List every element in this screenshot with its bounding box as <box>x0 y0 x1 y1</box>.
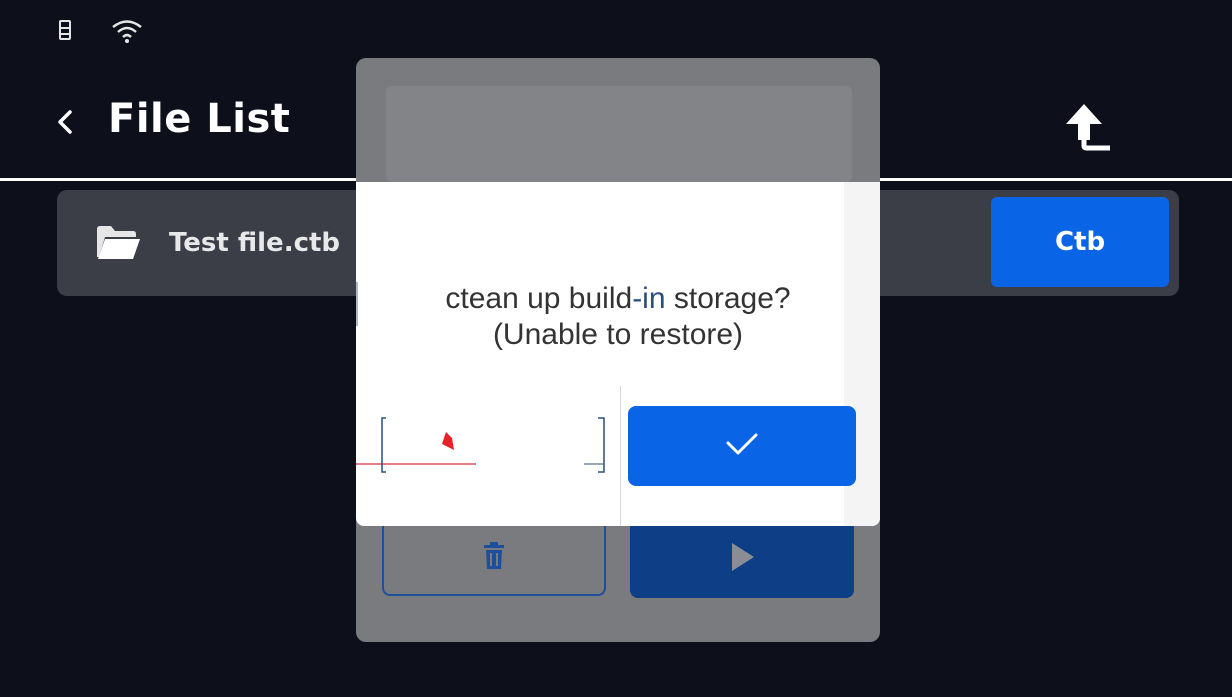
upload-button[interactable] <box>1058 100 1118 156</box>
play-icon <box>727 541 757 578</box>
print-button[interactable] <box>630 520 854 598</box>
file-type-badge[interactable]: Ctb <box>991 197 1169 287</box>
delete-button[interactable] <box>382 520 606 596</box>
confirm-button[interactable] <box>628 406 856 486</box>
screen: File List Test file.ctb Ctb ctean up bui… <box>0 0 1232 697</box>
status-bar <box>0 0 1232 60</box>
back-button[interactable] <box>48 98 84 146</box>
file-name: Test file.ctb <box>169 228 341 258</box>
cancel-button[interactable] <box>356 408 612 478</box>
confirm-dialog: ctean up build-in storage? (Unable to re… <box>356 182 880 526</box>
dialog-divider <box>620 386 621 526</box>
folder-icon <box>95 223 141 261</box>
file-preview <box>386 86 852 182</box>
dialog-message: ctean up build-in storage? <box>445 282 791 315</box>
chevron-left-icon <box>48 110 84 150</box>
usb-drive-icon <box>54 18 76 42</box>
dialog-note: (Unable to restore) <box>492 318 744 351</box>
check-icon <box>722 429 762 464</box>
upload-arrow-icon <box>1058 104 1118 160</box>
trash-icon <box>480 541 508 576</box>
wifi-icon <box>110 18 144 43</box>
page-title: File List <box>108 96 291 142</box>
